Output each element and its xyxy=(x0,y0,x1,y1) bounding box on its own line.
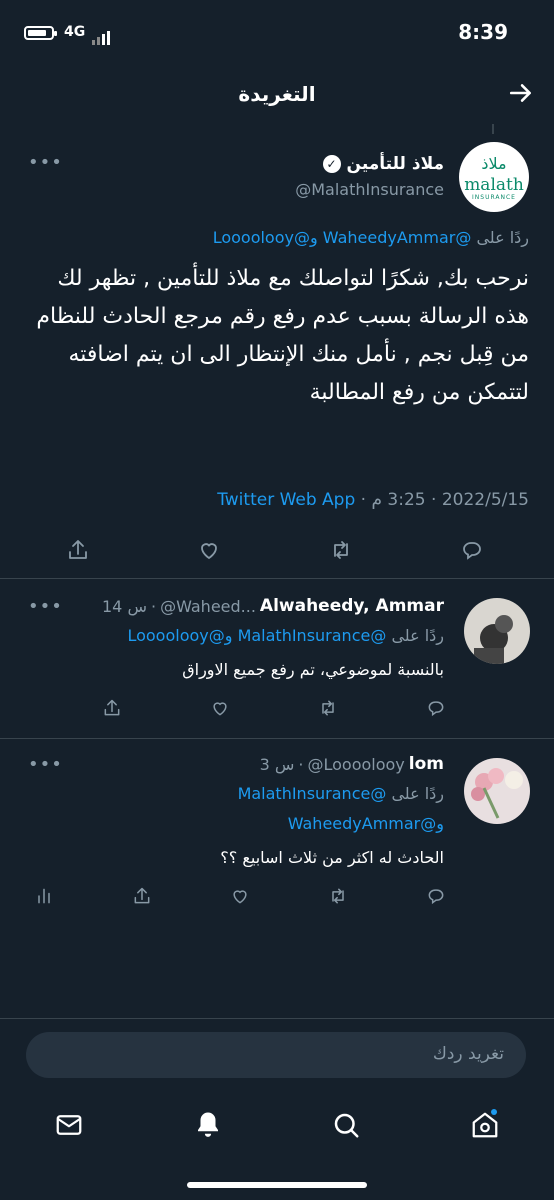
like-icon[interactable] xyxy=(202,690,238,726)
share-icon[interactable] xyxy=(94,690,130,726)
reply-icon[interactable] xyxy=(418,878,454,914)
avatar-logo-text: malath xyxy=(464,175,524,195)
meta-separator: · xyxy=(431,490,437,510)
more-options-icon[interactable]: ••• xyxy=(28,152,63,173)
reply-author-handle[interactable]: @Loooolooy xyxy=(307,755,404,774)
tweet-date: 2022/5/15 xyxy=(441,490,529,510)
reply-icon[interactable] xyxy=(454,532,490,568)
like-icon[interactable] xyxy=(222,878,258,914)
avatar[interactable]: ملاذ malath INSURANCE xyxy=(459,142,529,212)
bottom-tab-bar xyxy=(0,1090,554,1160)
reply-actions xyxy=(26,878,454,914)
header: التغريدة xyxy=(0,70,554,120)
reply-avatar[interactable] xyxy=(464,598,530,664)
meta-separator: · xyxy=(360,490,367,510)
home-indicator xyxy=(187,1182,367,1188)
tweet-text: نرحب بك, شكرًا لتواصلك مع ملاذ للتأمين ,… xyxy=(36,266,529,405)
search-icon[interactable] xyxy=(322,1101,370,1149)
reply-age: 3 س xyxy=(259,754,295,774)
analytics-icon[interactable] xyxy=(26,878,62,914)
reply-header: Alwaheedy, Ammar @Waheed... · 14 س xyxy=(102,596,444,616)
reply-text: الحادث له اكثر من ثلاث اسابيع ؟؟ xyxy=(220,848,444,867)
reply-context: ردًا على @WaheedyAmmar و@Loooolooy xyxy=(213,228,529,247)
notification-dot xyxy=(490,1109,497,1115)
avatar-logo-text-ar: ملاذ xyxy=(481,154,507,173)
like-icon[interactable] xyxy=(191,532,227,568)
retweet-icon[interactable] xyxy=(323,532,359,568)
home-icon[interactable] xyxy=(461,1101,509,1149)
clock: 8:39 xyxy=(458,20,508,44)
reply-author-name[interactable]: Alwaheedy, Ammar xyxy=(260,596,444,616)
reply-context: ردًا على @MalathInsurance xyxy=(238,784,444,803)
battery-icon xyxy=(24,26,54,40)
reply-actions xyxy=(94,690,454,726)
compose-placeholder: تغريد ردك xyxy=(432,1044,504,1064)
share-icon[interactable] xyxy=(124,878,160,914)
divider xyxy=(0,738,554,739)
reply-compose-input[interactable]: تغريد ردك xyxy=(26,1032,526,1078)
divider xyxy=(0,1018,554,1019)
reply-prefix: ردًا على xyxy=(391,626,444,645)
share-icon[interactable] xyxy=(60,532,96,568)
mail-icon[interactable] xyxy=(45,1101,93,1149)
tweet-time: 3:25 م xyxy=(371,490,426,510)
meta-separator: · xyxy=(150,596,157,616)
author-name[interactable]: ملاذ للتأمين xyxy=(347,154,444,174)
reply-mentions-continued[interactable]: و@WaheedyAmmar xyxy=(288,814,444,833)
reply-prefix: ردًا على xyxy=(476,228,529,247)
bell-icon[interactable] xyxy=(184,1101,232,1149)
thread-line xyxy=(492,124,494,134)
page-title: التغريدة xyxy=(238,82,316,106)
reply-age: 14 س xyxy=(102,596,147,616)
avatar-logo-subtext: INSURANCE xyxy=(472,194,516,201)
tweet-actions xyxy=(60,532,490,568)
reply-context: ردًا على @MalathInsurance و@Loooolooy xyxy=(127,626,444,645)
reply-author-name[interactable]: lom xyxy=(409,754,444,774)
reply-author-handle[interactable]: @Waheed... xyxy=(160,597,256,616)
more-options-icon[interactable]: ••• xyxy=(28,596,63,617)
reply-mentions[interactable]: @MalathInsurance xyxy=(238,784,387,803)
author-row[interactable]: ملاذ للتأمين ✓ xyxy=(322,152,444,176)
back-arrow-icon[interactable] xyxy=(508,80,534,113)
network-label: 4G xyxy=(64,24,86,40)
reply-avatar[interactable] xyxy=(464,758,530,824)
reply-icon[interactable] xyxy=(418,690,454,726)
meta-separator: · xyxy=(298,754,304,774)
reply-mentions[interactable]: @MalathInsurance و@Loooolooy xyxy=(127,626,386,645)
retweet-icon[interactable] xyxy=(310,690,346,726)
battery-cap xyxy=(54,31,57,36)
reply-prefix: ردًا على xyxy=(391,784,444,803)
retweet-icon[interactable] xyxy=(320,878,356,914)
tweet-meta: 2022/5/15 · 3:25 م · Twitter Web App xyxy=(217,490,529,510)
divider xyxy=(0,578,554,579)
reply-mentions[interactable]: @WaheedyAmmar و@Loooolooy xyxy=(213,228,472,247)
reply-text: بالنسبة لموضوعي، تم رفع جميع الاوراق xyxy=(182,660,444,679)
signal-icon xyxy=(92,26,112,45)
author-handle[interactable]: @MalathInsurance xyxy=(295,180,444,199)
reply-header: lom @Loooolooy · 3 س xyxy=(260,754,444,774)
tweet-source[interactable]: Twitter Web App xyxy=(217,490,355,510)
verified-icon: ✓ xyxy=(322,155,341,173)
status-bar: 4G 8:39 xyxy=(0,0,554,60)
more-options-icon[interactable]: ••• xyxy=(28,754,63,775)
